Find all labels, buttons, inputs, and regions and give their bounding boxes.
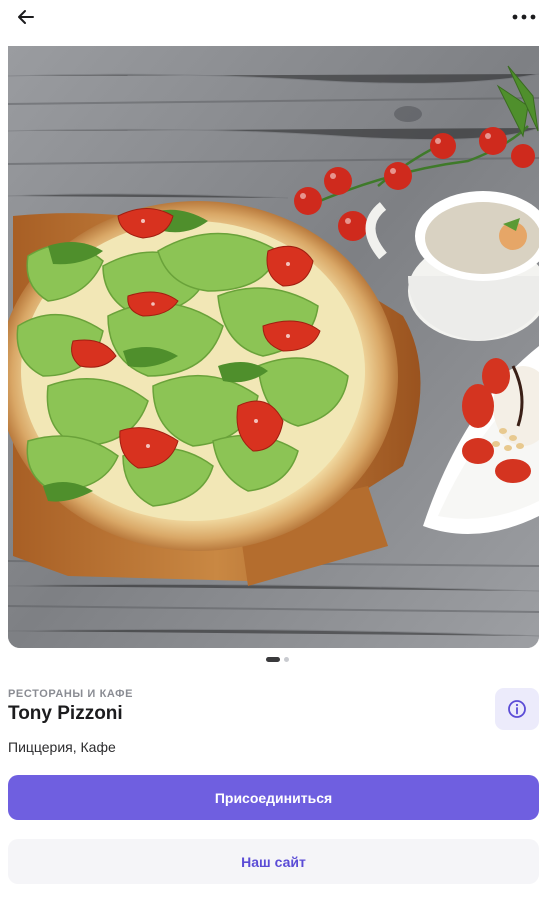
back-button[interactable] xyxy=(14,5,38,29)
top-bar xyxy=(0,0,555,46)
info-button[interactable] xyxy=(495,688,539,730)
venue-category: РЕСТОРАНЫ И КАФЕ xyxy=(8,688,134,700)
info-icon xyxy=(508,700,526,718)
join-button[interactable]: Присоединиться xyxy=(8,775,539,820)
website-button[interactable]: Наш сайт xyxy=(8,839,539,884)
pagination-dot-active[interactable] xyxy=(266,657,280,662)
venue-tags: Пиццерия, Кафе xyxy=(8,739,116,755)
more-horizontal-icon xyxy=(512,14,536,20)
gallery-pagination xyxy=(0,657,555,662)
more-options-button[interactable] xyxy=(511,7,537,27)
venue-name: Tony Pizzoni xyxy=(8,703,123,724)
venue-photo xyxy=(8,46,539,648)
arrow-left-icon xyxy=(18,10,34,24)
pagination-dot[interactable] xyxy=(284,657,289,662)
photo-gallery[interactable] xyxy=(8,46,539,648)
